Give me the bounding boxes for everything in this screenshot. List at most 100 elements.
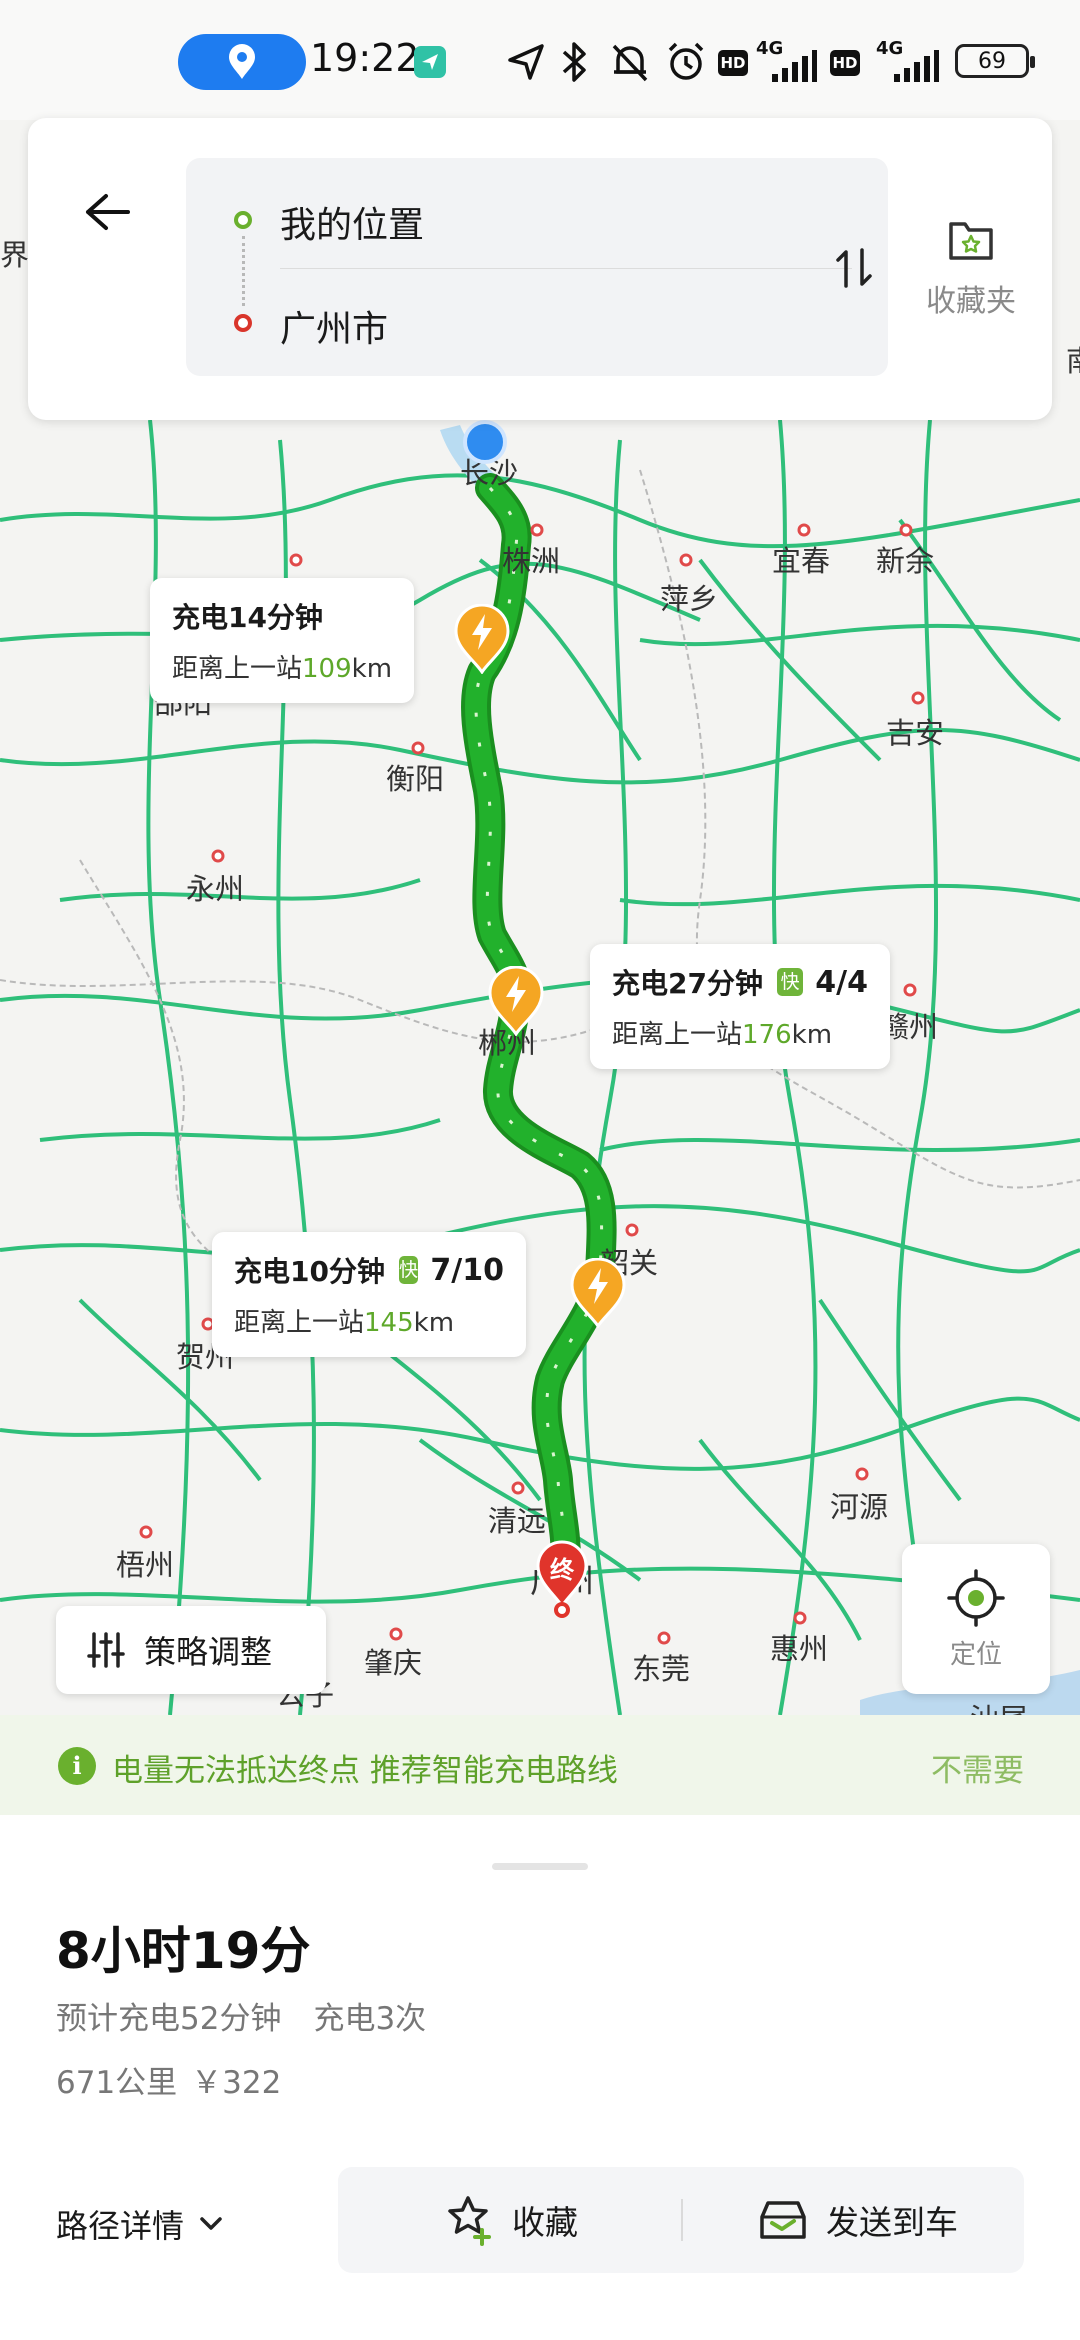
charge-duration: 充电10分钟 (234, 1255, 385, 1288)
distance-prefix: 距离上一站 (234, 1308, 365, 1338)
send-to-car-label: 发送到车 (826, 2203, 958, 2242)
city-label: 吉安 (886, 716, 945, 750)
distance-value: 176 (742, 1020, 792, 1050)
favorite-label: 收藏 (512, 2203, 578, 2242)
distance-value: 109 (302, 654, 352, 684)
charging-pin-1[interactable] (454, 604, 510, 674)
send-icon (412, 40, 448, 84)
crosshair-icon (947, 1568, 1005, 1627)
hd-badge-1: HD (718, 50, 748, 76)
locate-button[interactable]: 定位 (902, 1544, 1050, 1694)
route-cost: ￥322 (191, 2065, 282, 2101)
city-label: 东莞 (632, 1652, 691, 1686)
battery-icon: 69 (955, 44, 1035, 78)
field-divider (280, 268, 852, 269)
action-divider (681, 2199, 683, 2241)
swap-button[interactable] (826, 238, 882, 298)
end-point-dot (554, 1602, 570, 1618)
fast-charge-badge: 快 (776, 968, 804, 996)
destination-field[interactable]: 广州市 (280, 300, 388, 352)
signal-icon (894, 50, 939, 82)
alarm-icon (668, 42, 704, 80)
charge-stop-callout-3[interactable]: 充电10分钟快 7/10 距离上一站145km (212, 1232, 526, 1357)
favorite-button[interactable]: 收藏 (444, 2167, 578, 2273)
distance-value: 145 (364, 1308, 414, 1338)
car-send-icon (760, 2201, 806, 2239)
folder-star-icon (949, 222, 993, 260)
city-label: 新余 (876, 544, 935, 578)
action-bar: 收藏 发送到车 (338, 2167, 1024, 2273)
warning-text[interactable]: 电量无法抵达终点 推荐智能充电路线 (112, 1745, 618, 1790)
sheet-drag-handle[interactable] (492, 1863, 588, 1870)
bluetooth-icon (562, 42, 586, 82)
charging-pin-2[interactable] (488, 966, 544, 1036)
distance-prefix: 距离上一站 (172, 654, 303, 684)
city-label: 河源 (830, 1490, 889, 1524)
battery-level: 69 (978, 48, 1006, 74)
route-connector (242, 236, 245, 306)
swap-arrows-icon (836, 248, 872, 288)
charge-stop-callout-2[interactable]: 充电27分钟快 4/4 距离上一站176km (590, 944, 890, 1069)
charger-availability: 7/10 (430, 1252, 504, 1288)
fast-charge-badge: 快 (398, 1256, 419, 1284)
city-label: 清远 (488, 1504, 547, 1538)
locate-label: 定位 (949, 1639, 1002, 1670)
distance-unit: km (413, 1308, 455, 1338)
charge-info: 预计充电52分钟 充电3次 (56, 1993, 426, 2038)
route-detail-button[interactable]: 路径详情 (56, 2201, 224, 2247)
distance-unit: km (791, 1020, 833, 1050)
distance-unit: km (351, 654, 393, 684)
city-label: 梧州 (116, 1548, 175, 1582)
charger-availability: 4/4 (815, 964, 868, 1000)
destination-dot-icon (234, 314, 252, 332)
favorites-folder-button[interactable]: 收藏夹 (896, 214, 1046, 320)
charge-stop-callout-1[interactable]: 充电14分钟 距离上一站109km (150, 578, 414, 703)
destination-marker[interactable]: 终 (536, 1540, 588, 1620)
city-label: 汕尾 (970, 1696, 1028, 1715)
charging-pin-3[interactable] (570, 1258, 626, 1328)
charge-duration: 充电27分钟 (612, 967, 763, 1000)
navigation-arrow-icon (508, 44, 544, 80)
signal-icon (772, 50, 817, 82)
status-bar: 19:22 HD 4G HD 4G 69 (0, 0, 1080, 120)
route-distance: 671公里 (56, 2065, 178, 2101)
back-arrow-icon (86, 194, 130, 230)
favorites-folder-label: 收藏夹 (926, 284, 1016, 319)
route-duration: 8小时19分 (56, 1922, 311, 1980)
strategy-adjust-label: 策略调整 (144, 1633, 273, 1671)
city-label: 南 (1066, 338, 1080, 380)
city-label: 界 (0, 238, 30, 272)
charge-count: 充电3次 (313, 2001, 427, 2037)
location-icon (229, 44, 255, 79)
back-button[interactable] (68, 172, 148, 252)
origin-field[interactable]: 我的位置 (280, 196, 424, 248)
distance-prefix: 距离上一站 (612, 1020, 743, 1050)
location-indicator-pill (178, 34, 306, 90)
city-label: 永州 (186, 872, 245, 906)
battery-warning-banner[interactable]: i 电量无法抵达终点 推荐智能充电路线 不需要 (0, 1715, 1080, 1815)
strategy-adjust-button[interactable]: 策略调整 (56, 1606, 326, 1694)
star-plus-icon (448, 2196, 491, 2246)
charge-duration: 充电14分钟 (172, 601, 323, 634)
route-summary-sheet: 8小时19分 预计充电52分钟 充电3次 671公里 ￥322 路径详情 收藏 发送… (0, 1815, 1080, 2340)
origin-dot-icon (234, 211, 252, 229)
info-icon: i (58, 1747, 96, 1785)
dismiss-button[interactable]: 不需要 (931, 1745, 1024, 1790)
city-label: 衡阳 (386, 762, 445, 796)
city-label: 肇庆 (364, 1646, 423, 1680)
route-detail-label: 路径详情 (56, 2207, 185, 2245)
sliders-icon (87, 1632, 125, 1668)
distance-cost-info: 671公里 ￥322 (56, 2057, 281, 2102)
city-label: 惠州 (770, 1632, 829, 1666)
send-to-car-button[interactable]: 发送到车 (756, 2167, 958, 2273)
city-label: 萍乡 (660, 582, 719, 616)
end-marker-label: 终 (550, 1556, 574, 1584)
status-time: 19:22 (310, 36, 420, 80)
city-label: 宜春 (772, 544, 831, 578)
chevron-down-icon (200, 2217, 222, 2230)
start-location-marker[interactable] (463, 420, 507, 464)
mute-icon (612, 44, 648, 82)
city-label: 株洲 (502, 544, 561, 578)
route-input-card: 我的位置 广州市 收藏夹 (28, 118, 1052, 420)
estimated-charge-time: 预计充电52分钟 (56, 2001, 282, 2037)
